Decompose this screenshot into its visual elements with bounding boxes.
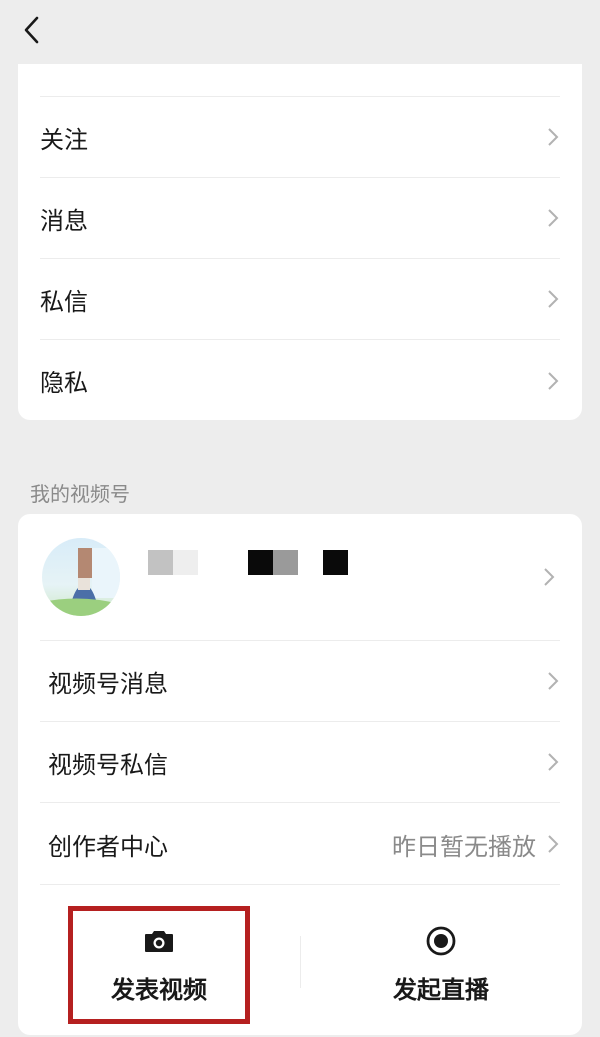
settings-card: 互动 关注 消息 私信 隐私 (18, 20, 582, 420)
chevron-right-icon (546, 670, 560, 692)
navigation-bar (0, 0, 600, 64)
avatar (42, 538, 120, 616)
section-title: 我的视频号 (30, 482, 130, 506)
menu-item-label: 视频号私信 (48, 750, 168, 779)
menu-item-channel-direct-messages[interactable]: 视频号私信 (40, 722, 560, 803)
menu-item-label: 消息 (40, 206, 88, 235)
menu-item-label: 关注 (40, 125, 88, 154)
menu-item-channel-messages[interactable]: 视频号消息 (40, 641, 560, 722)
chevron-right-icon (542, 566, 556, 588)
redacted-name (148, 550, 348, 575)
channel-action-bar: 发表视频 发起直播 (18, 886, 582, 1035)
creator-center-status: 昨日暂无播放 (392, 832, 536, 861)
menu-item-privacy[interactable]: 隐私 (40, 340, 560, 420)
menu-item-label: 隐私 (40, 369, 88, 397)
start-live-button[interactable]: 发起直播 (300, 886, 582, 1035)
channel-profile-row[interactable] (40, 514, 560, 641)
back-arrow-icon (22, 15, 42, 49)
highlight-annotation-box (68, 906, 250, 1024)
chevron-right-icon (546, 751, 560, 773)
chevron-right-icon (546, 288, 560, 310)
channels-card: 视频号消息 视频号私信 创作者中心 昨日暂无播放 发表视频 发起直播 (18, 514, 582, 1035)
chevron-right-icon (546, 833, 560, 855)
menu-item-label: 视频号消息 (48, 669, 168, 698)
chevron-right-icon (546, 370, 560, 392)
menu-item-label: 私信 (40, 287, 88, 316)
menu-item-creator-center[interactable]: 创作者中心 昨日暂无播放 (40, 804, 560, 885)
menu-item-follow[interactable]: 关注 (40, 97, 560, 178)
menu-item-direct-messages[interactable]: 私信 (40, 259, 560, 340)
back-button[interactable] (14, 14, 50, 50)
menu-item-messages[interactable]: 消息 (40, 178, 560, 259)
live-record-icon (424, 924, 458, 958)
start-live-label: 发起直播 (393, 976, 489, 1004)
chevron-right-icon (546, 126, 560, 148)
menu-item-label: 创作者中心 (48, 832, 168, 861)
chevron-right-icon (546, 207, 560, 229)
